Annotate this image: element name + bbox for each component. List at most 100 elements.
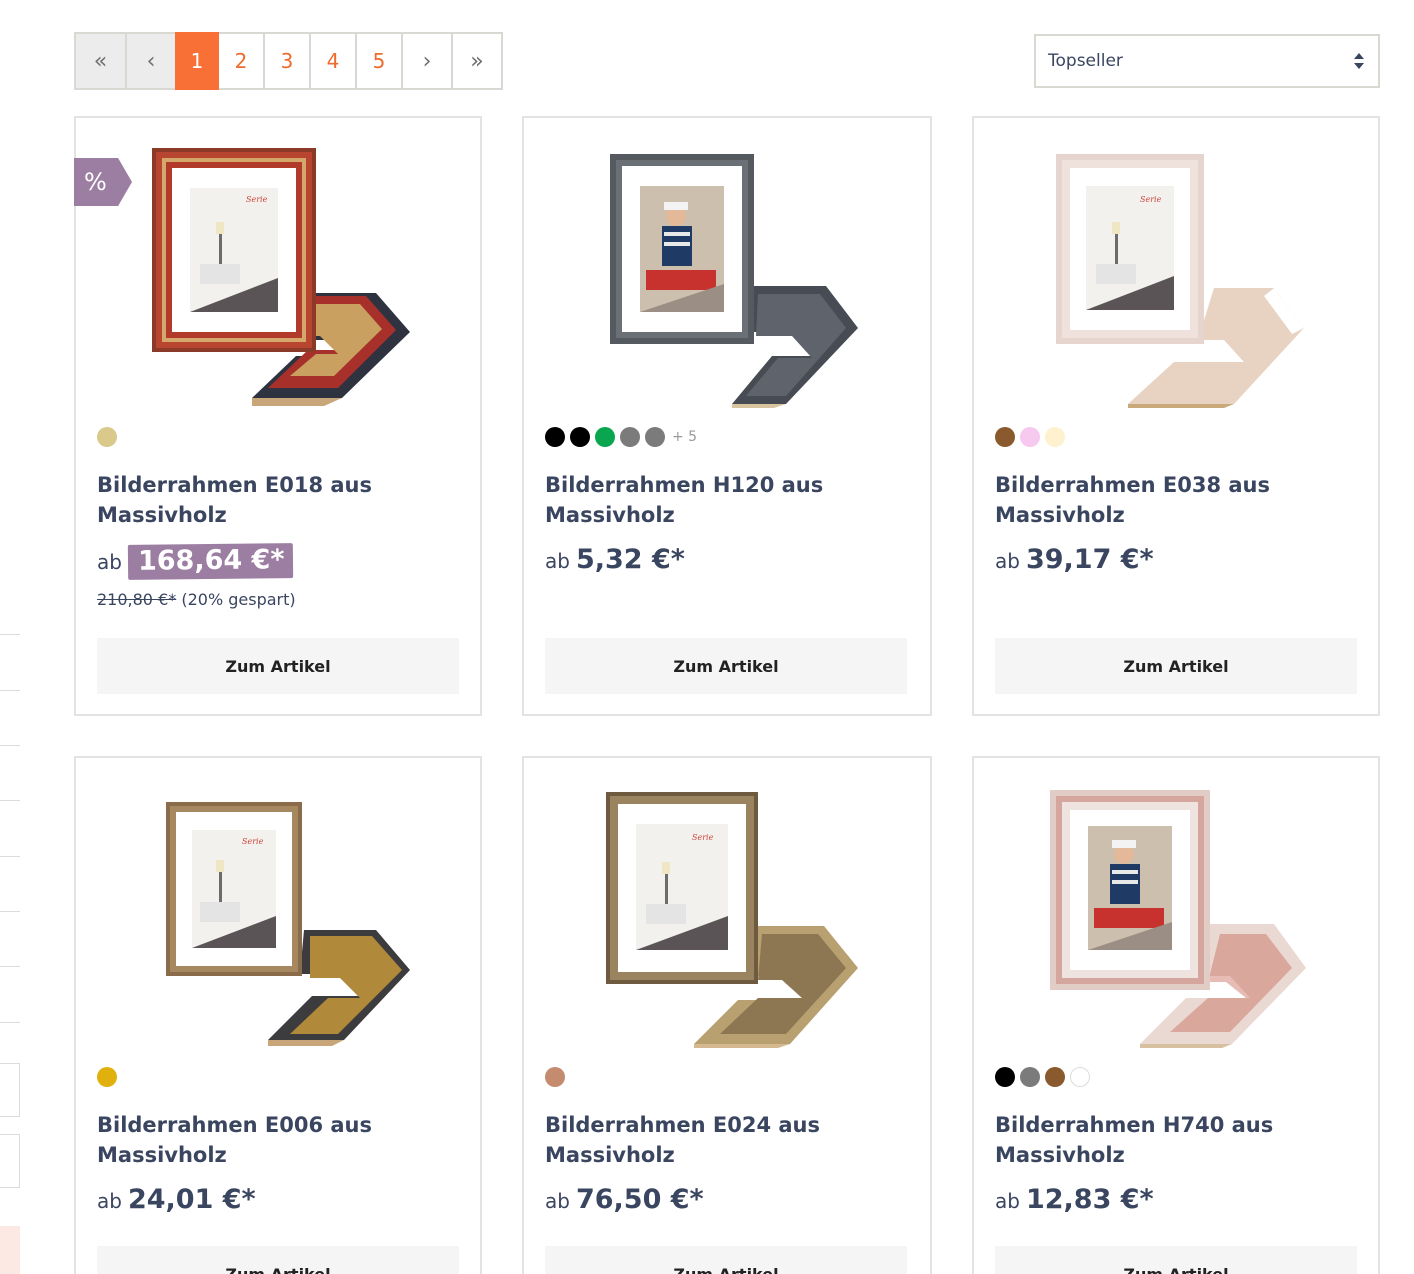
pagination-page-3[interactable]: 3 bbox=[263, 32, 311, 90]
svg-text:Serie: Serie bbox=[246, 195, 268, 204]
color-swatch[interactable] bbox=[995, 427, 1015, 447]
more-colors-count[interactable]: + 5 bbox=[672, 429, 697, 445]
svg-text:Serie: Serie bbox=[242, 837, 264, 846]
zum-artikel-button[interactable]: Zum Artikel bbox=[97, 638, 459, 694]
frame-grey-icon bbox=[610, 154, 858, 408]
product-title[interactable]: Bilderrahmen H740 aus Massivholz bbox=[995, 1110, 1365, 1170]
color-swatches bbox=[97, 1066, 122, 1088]
color-swatch[interactable] bbox=[1020, 427, 1040, 447]
pagination-prev-button[interactable]: ‹ bbox=[125, 32, 177, 90]
color-swatch[interactable] bbox=[97, 1067, 117, 1087]
pagination-page-4[interactable]: 4 bbox=[309, 32, 357, 90]
price: 24,01 €* bbox=[127, 1184, 256, 1215]
color-swatch[interactable] bbox=[570, 427, 590, 447]
color-swatch[interactable] bbox=[1020, 1067, 1040, 1087]
pagination-first-button[interactable]: « bbox=[74, 32, 127, 90]
price-prefix: ab bbox=[97, 1189, 122, 1213]
price-line: ab 76,50 €* bbox=[545, 1184, 704, 1215]
product-title[interactable]: Bilderrahmen E018 aus Massivholz bbox=[97, 470, 467, 530]
color-swatch[interactable] bbox=[545, 427, 565, 447]
color-swatch[interactable] bbox=[645, 427, 665, 447]
zum-artikel-button[interactable]: Zum Artikel bbox=[545, 638, 907, 694]
sidebar-filter-button[interactable] bbox=[0, 1226, 20, 1274]
zum-artikel-button[interactable]: Zum Artikel bbox=[995, 638, 1357, 694]
old-price: 210,80 €* bbox=[97, 590, 177, 609]
product-card[interactable]: Serie Bilderrahmen E024 aus Massivholz a… bbox=[522, 756, 932, 1274]
pagination-page-5[interactable]: 5 bbox=[355, 32, 403, 90]
color-swatch[interactable] bbox=[1045, 1067, 1065, 1087]
product-title[interactable]: Bilderrahmen H120 aus Massivholz bbox=[545, 470, 915, 530]
zum-artikel-button[interactable]: Zum Artikel bbox=[97, 1246, 459, 1274]
sort-select-value: Topseller bbox=[1048, 51, 1123, 71]
price: 5,32 €* bbox=[575, 544, 685, 575]
savings-text: (20% gespart) bbox=[181, 590, 296, 609]
color-swatch[interactable] bbox=[1070, 1067, 1090, 1087]
sort-select[interactable]: Topseller bbox=[1034, 34, 1380, 88]
sidebar-divider bbox=[0, 911, 20, 912]
color-swatch[interactable] bbox=[595, 427, 615, 447]
frame-gold-ornate-icon: Serie bbox=[166, 802, 410, 1046]
price-line: ab 24,01 €* bbox=[97, 1184, 256, 1215]
sidebar-divider bbox=[0, 634, 20, 635]
frame-bronze-ornate-icon: Serie bbox=[606, 792, 858, 1048]
product-image[interactable] bbox=[524, 118, 930, 418]
price: 76,50 €* bbox=[575, 1184, 704, 1215]
sidebar-divider bbox=[0, 856, 20, 857]
color-swatch[interactable] bbox=[1045, 427, 1065, 447]
zum-artikel-button[interactable]: Zum Artikel bbox=[995, 1246, 1357, 1274]
product-title[interactable]: Bilderrahmen E024 aus Massivholz bbox=[545, 1110, 915, 1170]
frame-shabby-white-icon bbox=[1050, 790, 1306, 1048]
product-card[interactable]: + 5 Bilderrahmen H120 aus Massivholz ab … bbox=[522, 116, 932, 716]
svg-text:Serie: Serie bbox=[692, 833, 714, 842]
pagination-last-button[interactable]: » bbox=[451, 32, 503, 90]
price: 39,17 €* bbox=[1025, 544, 1154, 575]
product-card[interactable]: Bilderrahmen H740 aus Massivholz ab 12,8… bbox=[972, 756, 1380, 1274]
old-price-line: 210,80 €* (20% gespart) bbox=[97, 590, 296, 609]
price-prefix: ab bbox=[97, 550, 122, 574]
product-card[interactable]: Serie Bilderrahmen E006 aus Massivholz a… bbox=[74, 756, 482, 1274]
sidebar-input[interactable] bbox=[0, 1063, 20, 1117]
price-prefix: ab bbox=[995, 1189, 1020, 1213]
sale-price: 168,64 €* bbox=[127, 543, 293, 580]
color-swatches bbox=[545, 1066, 570, 1088]
sidebar-divider bbox=[0, 690, 20, 691]
product-image[interactable]: Serie bbox=[974, 118, 1378, 418]
color-swatches bbox=[995, 426, 1070, 448]
sidebar-divider bbox=[0, 745, 20, 746]
product-card[interactable]: Serie % Bilderrahmen E018 aus Massivholz… bbox=[74, 116, 482, 716]
color-swatches bbox=[97, 426, 122, 448]
sidebar-divider bbox=[0, 800, 20, 801]
color-swatch[interactable] bbox=[97, 427, 117, 447]
product-title[interactable]: Bilderrahmen E006 aus Massivholz bbox=[97, 1110, 467, 1170]
frame-pink-white-icon: Serie bbox=[1056, 154, 1304, 408]
price-line: ab 168,64 €* bbox=[97, 543, 293, 580]
sort-arrows-icon bbox=[1354, 53, 1364, 69]
product-image[interactable]: Serie bbox=[76, 758, 480, 1058]
pagination-next-button[interactable]: › bbox=[401, 32, 453, 90]
price-prefix: ab bbox=[995, 549, 1020, 573]
color-swatches bbox=[995, 1066, 1095, 1088]
color-swatch[interactable] bbox=[995, 1067, 1015, 1087]
zum-artikel-button[interactable]: Zum Artikel bbox=[545, 1246, 907, 1274]
price-prefix: ab bbox=[545, 549, 570, 573]
color-swatches: + 5 bbox=[545, 426, 697, 448]
sidebar-divider bbox=[0, 1022, 20, 1023]
product-image[interactable]: Serie bbox=[524, 758, 930, 1058]
pagination: « ‹ 1 2 3 4 5 › » bbox=[74, 32, 503, 90]
price-line: ab 39,17 €* bbox=[995, 544, 1154, 575]
frame-red-gold-icon: Serie bbox=[152, 148, 410, 406]
sidebar-input[interactable] bbox=[0, 1134, 20, 1188]
color-swatch[interactable] bbox=[620, 427, 640, 447]
sidebar-divider bbox=[0, 966, 20, 967]
product-image[interactable] bbox=[974, 758, 1378, 1058]
product-image[interactable]: Serie % bbox=[74, 118, 480, 418]
pagination-page-1[interactable]: 1 bbox=[175, 32, 219, 90]
price: 12,83 €* bbox=[1025, 1184, 1154, 1215]
pagination-page-2[interactable]: 2 bbox=[217, 32, 265, 90]
svg-text:Serie: Serie bbox=[1140, 195, 1162, 204]
color-swatch[interactable] bbox=[545, 1067, 565, 1087]
price-line: ab 12,83 €* bbox=[995, 1184, 1154, 1215]
product-title[interactable]: Bilderrahmen E038 aus Massivholz bbox=[995, 470, 1365, 530]
price-prefix: ab bbox=[545, 1189, 570, 1213]
product-card[interactable]: Serie Bilderrahmen E038 aus Massivholz a… bbox=[972, 116, 1380, 716]
